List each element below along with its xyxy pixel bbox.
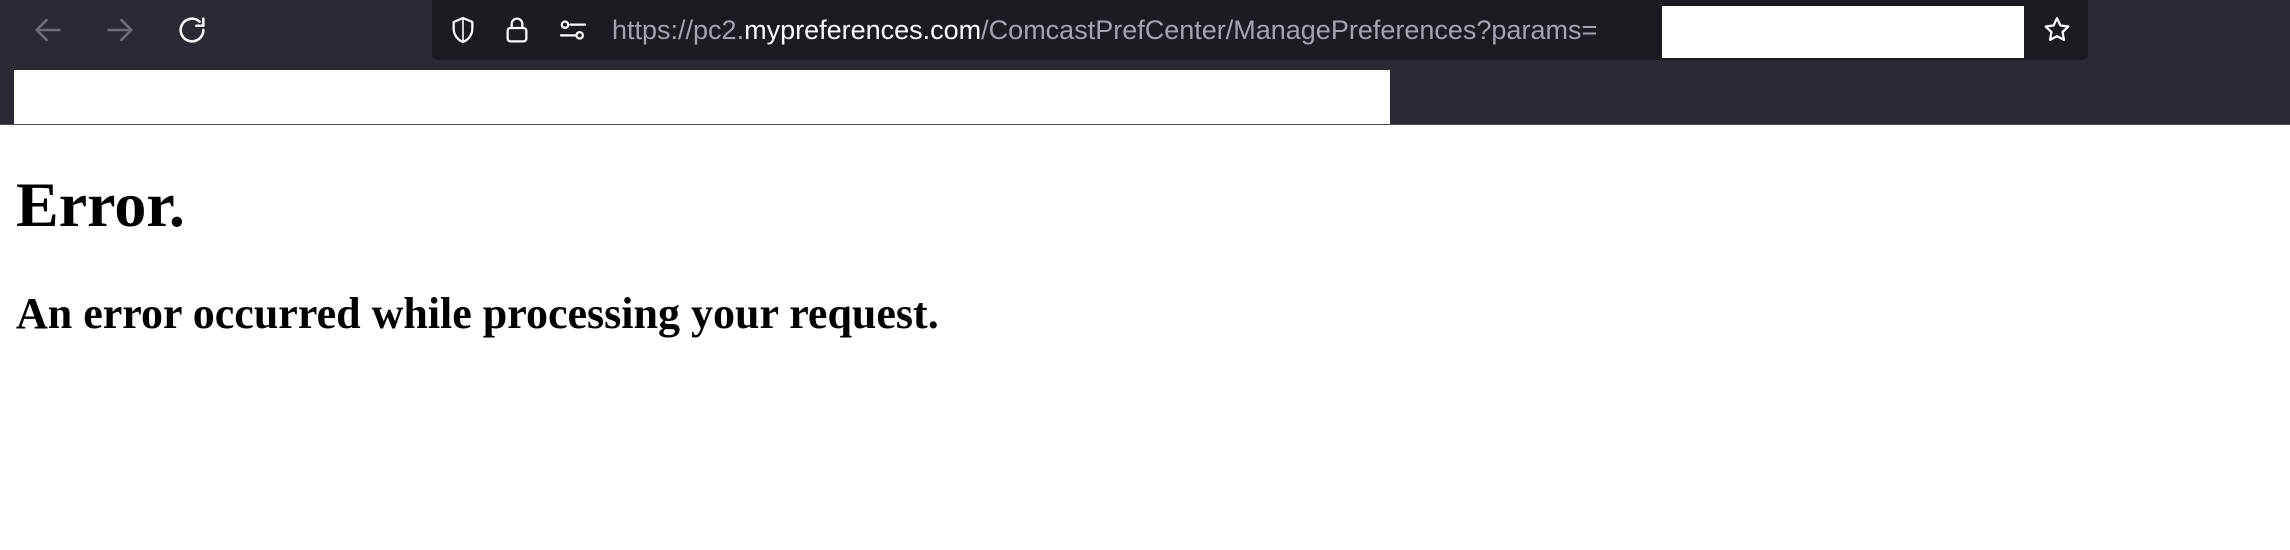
url-path: /ComcastPrefCenter/ManagePreferences?par… — [981, 15, 1598, 45]
reload-icon — [179, 17, 205, 43]
lock-icon — [506, 17, 528, 43]
url-scheme-prefix: https://pc2. — [612, 15, 745, 45]
redacted-url-params — [1662, 6, 2024, 58]
site-security-button[interactable] — [498, 11, 536, 49]
permissions-icon — [559, 20, 587, 40]
back-button[interactable] — [26, 8, 70, 52]
arrow-right-icon — [107, 18, 133, 42]
site-permissions-button[interactable] — [554, 11, 592, 49]
reload-button[interactable] — [170, 8, 214, 52]
redacted-bookmarks-bar — [14, 70, 1390, 124]
arrow-left-icon — [35, 18, 61, 42]
forward-button[interactable] — [98, 8, 142, 52]
browser-toolbar: https://pc2.mypreferences.com/ComcastPre… — [0, 0, 2290, 125]
url-text[interactable]: https://pc2.mypreferences.com/ComcastPre… — [612, 0, 1597, 60]
error-heading: Error. — [16, 169, 185, 240]
error-message: An error occurred while processing your … — [16, 289, 939, 338]
bookmark-star-icon — [2044, 17, 2070, 41]
tracking-protection-button[interactable] — [444, 11, 482, 49]
shield-icon — [452, 16, 474, 44]
address-bar[interactable]: https://pc2.mypreferences.com/ComcastPre… — [432, 0, 2088, 60]
url-host: mypreferences.com — [744, 15, 982, 45]
bookmark-button[interactable] — [2038, 11, 2076, 49]
